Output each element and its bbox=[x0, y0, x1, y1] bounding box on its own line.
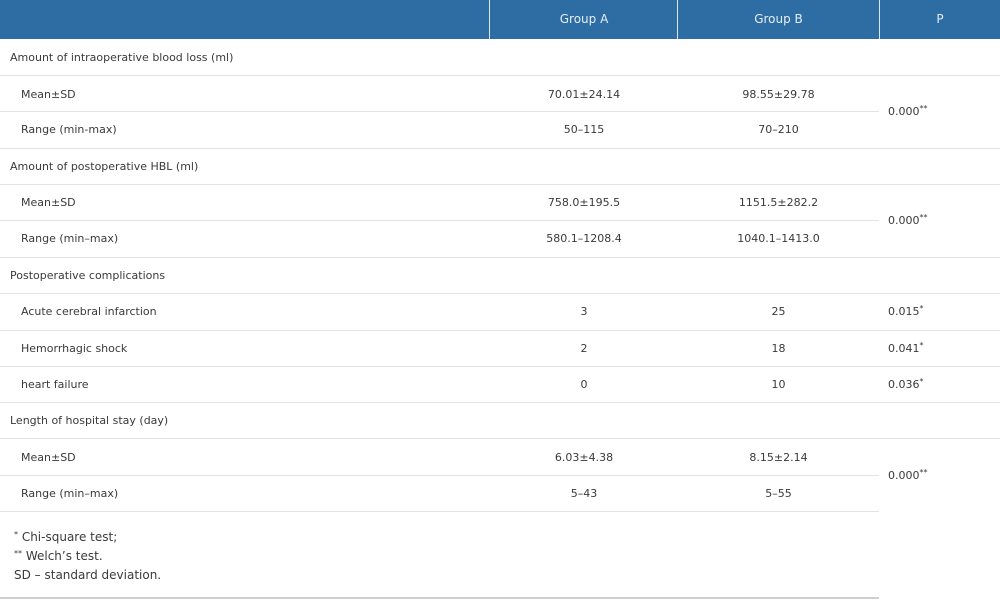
group-a-value: 758.0±195.5 bbox=[547, 196, 621, 209]
p-value-number: 0.015 bbox=[888, 305, 920, 318]
footnote: * Chi-square test; bbox=[14, 530, 117, 544]
row-label: heart failure bbox=[21, 378, 89, 391]
group-a-value: 5–43 bbox=[570, 487, 598, 500]
section-label: Postoperative complications bbox=[10, 269, 166, 282]
row-divider bbox=[0, 511, 879, 512]
p-value: 0.000** bbox=[888, 213, 928, 228]
row-label: Mean±SD bbox=[21, 451, 76, 464]
row-divider bbox=[0, 111, 879, 112]
group-a-value: 3 bbox=[580, 305, 588, 318]
group-a-value: 0 bbox=[580, 378, 588, 391]
footnote-text: Chi-square test; bbox=[18, 530, 118, 544]
header-group-b: Group B bbox=[754, 12, 803, 26]
group-a-value: 6.03±4.38 bbox=[554, 451, 614, 464]
row-divider bbox=[0, 184, 1000, 185]
p-value: 0.036* bbox=[888, 377, 924, 392]
group-b-value: 18 bbox=[771, 342, 786, 355]
p-value-number: 0.041 bbox=[888, 342, 920, 355]
p-value: 0.015* bbox=[888, 304, 924, 319]
row-label: Acute cerebral infarction bbox=[21, 305, 157, 318]
p-value: 0.000** bbox=[888, 104, 928, 119]
section-label: Amount of postoperative HBL (ml) bbox=[10, 160, 199, 173]
p-value-mark: * bbox=[919, 341, 924, 350]
row-label: Hemorrhagic shock bbox=[21, 342, 128, 355]
group-a-value: 580.1–1208.4 bbox=[546, 232, 622, 245]
p-value-number: 0.000 bbox=[888, 214, 920, 227]
header-group-a: Group A bbox=[559, 12, 609, 26]
group-b-value: 98.55±29.78 bbox=[742, 88, 815, 101]
group-a-value: 50–115 bbox=[563, 123, 605, 136]
footnote: ** Welch’s test. bbox=[14, 549, 103, 563]
table-header: Group A Group B P bbox=[0, 0, 1000, 39]
p-value: 0.041* bbox=[888, 341, 924, 356]
results-table: Group A Group B P Amount of intraoperati… bbox=[0, 0, 1000, 600]
row-label: Range (min–max) bbox=[21, 232, 119, 245]
row-divider bbox=[0, 220, 879, 221]
row-divider bbox=[0, 257, 1000, 258]
p-value-number: 0.000 bbox=[888, 105, 920, 118]
group-b-value: 10 bbox=[771, 378, 786, 391]
row-divider bbox=[0, 402, 1000, 403]
p-value-mark: * bbox=[919, 377, 924, 386]
group-b-value: 5–55 bbox=[765, 487, 792, 500]
footnote-text: Welch’s test. bbox=[22, 549, 103, 563]
p-value-mark: ** bbox=[919, 104, 928, 113]
row-divider bbox=[0, 366, 1000, 367]
header-p: P bbox=[936, 12, 944, 26]
group-b-value: 8.15±2.14 bbox=[749, 451, 808, 464]
p-value-mark: ** bbox=[919, 213, 928, 222]
group-b-value: 1040.1–1413.0 bbox=[737, 232, 820, 245]
section-label: Length of hospital stay (day) bbox=[10, 414, 169, 427]
p-value-number: 0.036 bbox=[888, 378, 920, 391]
row-label: Range (min-max) bbox=[21, 123, 117, 136]
row-divider bbox=[0, 75, 1000, 76]
row-divider bbox=[0, 438, 1000, 439]
group-b-value: 70–210 bbox=[758, 123, 799, 136]
group-b-value: 1151.5±282.2 bbox=[738, 196, 819, 209]
footnote: SD – standard deviation. bbox=[14, 568, 161, 582]
row-label: Range (min–max) bbox=[21, 487, 119, 500]
row-divider bbox=[0, 330, 1000, 331]
p-value: 0.000** bbox=[888, 468, 928, 483]
table-bottom-border bbox=[0, 597, 879, 599]
group-a-value: 2 bbox=[580, 342, 588, 355]
p-value-mark: ** bbox=[919, 468, 928, 477]
group-b-value: 25 bbox=[771, 305, 786, 318]
p-value-number: 0.000 bbox=[888, 469, 920, 482]
header-blank bbox=[0, 0, 489, 39]
row-label: Mean±SD bbox=[21, 196, 76, 209]
section-label: Amount of intraoperative blood loss (ml) bbox=[10, 51, 234, 64]
row-divider bbox=[0, 148, 1000, 149]
footnote-mark: ** bbox=[14, 549, 22, 558]
p-value-mark: * bbox=[919, 304, 924, 313]
row-divider bbox=[0, 475, 879, 476]
footnote-text: SD – standard deviation. bbox=[14, 568, 162, 582]
row-label: Mean±SD bbox=[21, 88, 76, 101]
group-a-value: 70.01±24.14 bbox=[547, 88, 621, 101]
row-divider bbox=[0, 293, 1000, 294]
